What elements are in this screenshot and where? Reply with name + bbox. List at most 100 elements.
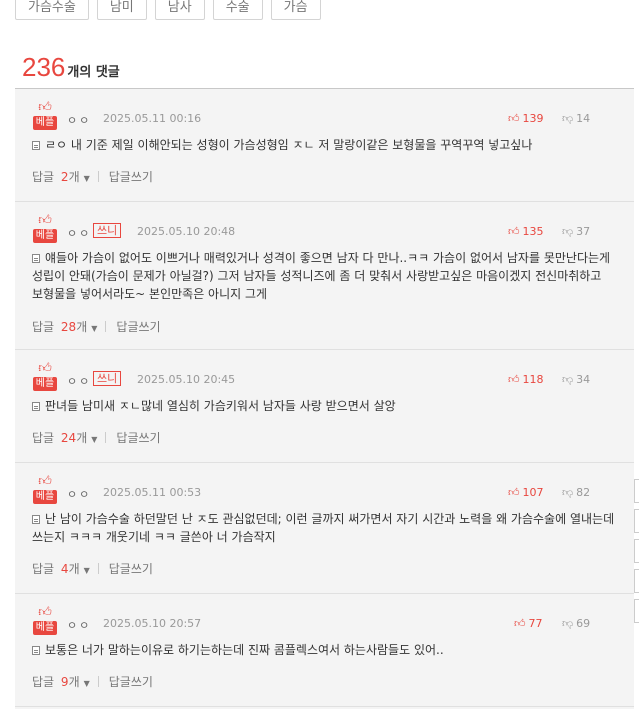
reply-row: 답글 9개 ▼ 답글쓰기 <box>32 673 153 690</box>
comment-author[interactable]: ㅇㅇ <box>67 112 91 128</box>
write-reply-button[interactable]: 답글쓰기 <box>116 429 160 446</box>
reply-label: 답글 <box>32 170 55 184</box>
comment-body: 판녀들 남미새 ㅈㄴ많네 열심히 가슴키워서 남자들 사랑 받으면서 살앙 <box>32 397 616 415</box>
like-button[interactable]: 👍︎ 139 <box>508 112 544 125</box>
comment-count-heading: 236 개의 댓글 <box>22 52 120 83</box>
reply-row: 답글 24개 ▼ 답글쓰기 <box>32 429 161 446</box>
dislike-count: 37 <box>576 225 591 238</box>
reply-label: 답글 <box>32 431 55 445</box>
best-label: 베플 <box>33 116 57 130</box>
best-label: 베플 <box>33 490 57 504</box>
comment-author[interactable]: ㅇㅇ <box>67 617 91 633</box>
tag-chip[interactable]: 남미 <box>96 0 147 20</box>
comment-author[interactable]: ㅇㅇ <box>67 373 91 389</box>
comment-author[interactable]: ㅇㅇ <box>67 225 91 241</box>
comment-body: ㄹㅇ 내 기준 제일 이해안되는 성형이 가슴성형임 ㅈㄴ 저 말랑이같은 보형… <box>32 136 616 154</box>
thumbs-up-icon: 👍︎ <box>508 486 520 499</box>
comment-count-label: 개의 댓글 <box>67 65 120 80</box>
best-label: 베플 <box>33 621 57 635</box>
like-button[interactable]: 👍︎ 118 <box>508 373 544 386</box>
op-badge: 쓰니 <box>93 371 122 386</box>
thumbs-down-icon: 👎︎ <box>562 486 574 499</box>
best-comment-badge: 👍︎ 베플 <box>33 606 57 635</box>
comment-body: 난 남이 가슴수술 하던말던 난 ㅈ도 관심없던데; 이런 글까지 써가면서 자… <box>32 510 616 546</box>
comment-author[interactable]: ㅇㅇ <box>67 486 91 502</box>
divider <box>105 432 107 443</box>
comment-item: 👍︎ 베플 ㅇㅇ 2025.05.11 00:16 👍︎ 139 👎︎ 14 ㄹㅇ … <box>15 89 634 202</box>
dislike-count: 82 <box>576 486 591 499</box>
reply-label: 답글 <box>32 562 55 576</box>
reply-unit: 개 <box>68 170 80 184</box>
thumbs-up-icon: 👍︎ <box>38 474 52 489</box>
reply-toggle[interactable]: 답글 9개 ▼ <box>32 673 90 690</box>
reply-count: 2 <box>60 170 69 184</box>
comment-text: 보통은 너가 말하는이유로 하기는하는데 진짜 콤플렉스여서 하는사람들도 있어… <box>45 643 444 657</box>
like-count: 139 <box>522 112 544 125</box>
comment-date: 2025.05.10 20:48 <box>137 225 236 238</box>
best-comment-badge: 👍︎ 베플 <box>33 362 57 391</box>
write-reply-button[interactable]: 답글쓰기 <box>109 168 153 185</box>
divider <box>97 676 99 687</box>
comment-text: 판녀들 남미새 ㅈㄴ많네 열심히 가슴키워서 남자들 사랑 받으면서 살앙 <box>45 399 396 413</box>
reply-toggle[interactable]: 답글 24개 ▼ <box>32 429 97 446</box>
tag-chip[interactable]: 수술 <box>212 0 263 20</box>
reply-unit: 개 <box>68 562 80 576</box>
comment-item: 👍︎ 베플 ㅇㅇ 쓰니 2025.05.10 20:48 👍︎ 135 👎︎ 37 … <box>15 202 634 350</box>
comment-body: 보통은 너가 말하는이유로 하기는하는데 진짜 콤플렉스여서 하는사람들도 있어… <box>32 641 616 659</box>
op-badge: 쓰니 <box>93 223 122 238</box>
dislike-button[interactable]: 👎︎ 34 <box>562 373 590 386</box>
thumbs-up-icon: 👍︎ <box>514 617 526 630</box>
write-reply-button[interactable]: 답글쓰기 <box>109 673 153 690</box>
comment-date: 2025.05.10 20:45 <box>137 373 236 386</box>
like-count: 107 <box>522 486 544 499</box>
side-scroll-button[interactable] <box>634 599 639 623</box>
comment-count-number: 236 <box>22 52 66 82</box>
reply-count: 24 <box>60 431 77 445</box>
reply-row: 답글 28개 ▼ 답글쓰기 <box>32 318 161 335</box>
like-button[interactable]: 👍︎ 135 <box>508 225 544 238</box>
tag-chip[interactable]: 가슴 <box>270 0 321 20</box>
dislike-count: 69 <box>576 617 591 630</box>
reply-count: 9 <box>60 675 69 689</box>
reply-row: 답글 4개 ▼ 답글쓰기 <box>32 560 153 577</box>
comment-body: 얘들아 가슴이 없어도 이쁘거나 매력있거나 성격이 좋으면 남자 다 만나..… <box>32 249 616 303</box>
dislike-count: 34 <box>576 373 591 386</box>
best-comment-badge: 👍︎ 베플 <box>33 214 57 243</box>
write-reply-button[interactable]: 답글쓰기 <box>116 318 160 335</box>
thumbs-down-icon: 👎︎ <box>562 373 574 386</box>
thumbs-up-icon: 👍︎ <box>38 213 52 228</box>
dislike-button[interactable]: 👎︎ 14 <box>562 112 590 125</box>
reply-toggle[interactable]: 답글 4개 ▼ <box>32 560 90 577</box>
caret-down-icon: ▼ <box>83 679 90 688</box>
reply-unit: 개 <box>76 431 88 445</box>
side-scroll-button[interactable] <box>634 509 639 533</box>
thumbs-up-icon: 👍︎ <box>38 605 52 620</box>
thumbs-up-icon: 👍︎ <box>508 373 520 386</box>
best-label: 베플 <box>33 229 57 243</box>
side-scroll-button[interactable] <box>634 569 639 593</box>
side-scroll-button[interactable] <box>634 479 639 503</box>
document-icon <box>32 402 40 411</box>
reply-toggle[interactable]: 답글 28개 ▼ <box>32 318 97 335</box>
dislike-button[interactable]: 👎︎ 37 <box>562 225 590 238</box>
comment-text: 난 남이 가슴수술 하던말던 난 ㅈ도 관심없던데; 이런 글까지 써가면서 자… <box>32 512 615 544</box>
side-scroll-button[interactable] <box>634 539 639 563</box>
like-button[interactable]: 👍︎ 107 <box>508 486 544 499</box>
tag-chip[interactable]: 가슴수술 <box>15 0 89 20</box>
reply-toggle[interactable]: 답글 2개 ▼ <box>32 168 90 185</box>
best-comment-badge: 👍︎ 베플 <box>33 101 57 130</box>
dislike-button[interactable]: 👎︎ 69 <box>562 617 590 630</box>
tag-chip[interactable]: 남사 <box>154 0 205 20</box>
comment-item: 👍︎ 베플 ㅇㅇ 2025.05.11 00:53 👍︎ 107 👎︎ 82 난 남… <box>15 463 634 594</box>
reply-unit: 개 <box>68 675 80 689</box>
comment-date: 2025.05.11 00:16 <box>103 112 202 125</box>
write-reply-button[interactable]: 답글쓰기 <box>109 560 153 577</box>
document-icon <box>32 254 40 263</box>
dislike-button[interactable]: 👎︎ 82 <box>562 486 590 499</box>
divider <box>97 563 99 574</box>
like-button[interactable]: 👍︎ 77 <box>514 617 543 630</box>
thumbs-up-icon: 👍︎ <box>508 225 520 238</box>
dislike-count: 14 <box>576 112 591 125</box>
like-count: 77 <box>528 617 543 630</box>
reply-label: 답글 <box>32 675 55 689</box>
